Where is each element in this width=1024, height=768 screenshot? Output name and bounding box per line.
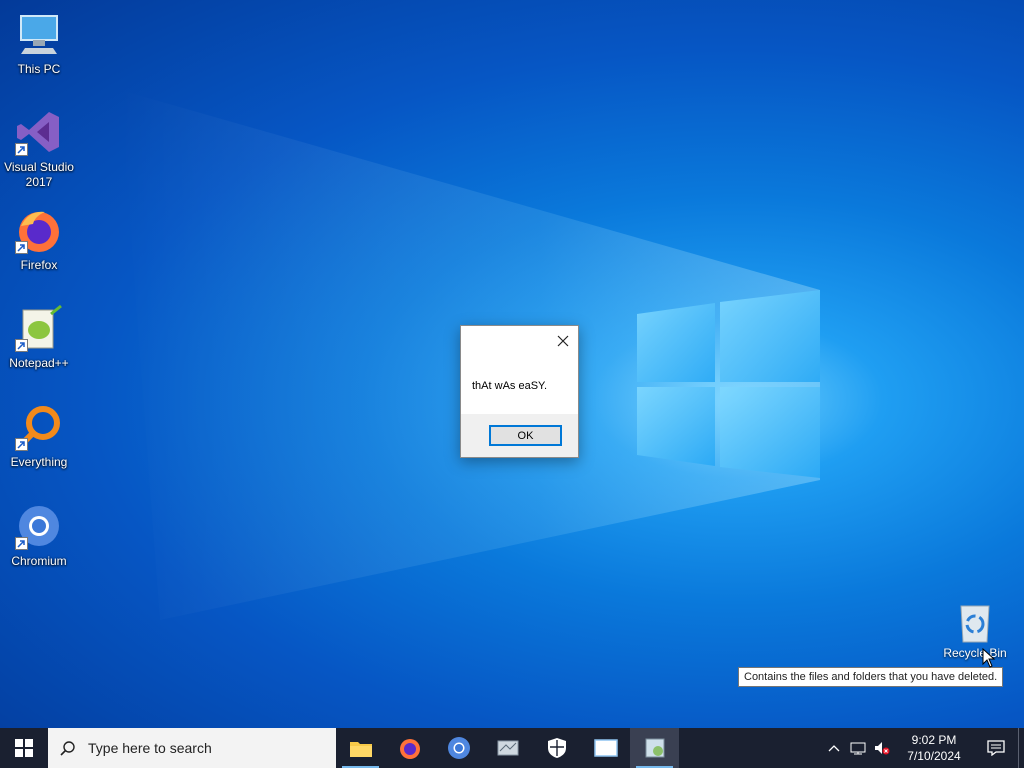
desktop-icon-chromium[interactable]: Chromium	[2, 498, 76, 588]
clock-date: 7/10/2024	[907, 749, 961, 763]
app-icon	[497, 740, 518, 756]
taskbar-app-4[interactable]	[483, 728, 532, 768]
app-icon	[645, 738, 664, 758]
desktop-icon-firefox[interactable]: Firefox	[2, 202, 76, 292]
monitor-icon	[20, 15, 58, 54]
taskbar-clock[interactable]: 9:02 PM 7/10/2024	[894, 732, 974, 764]
recycle-bin-icon	[960, 605, 990, 643]
desktop-icon-label: Recycle Bin	[943, 646, 1007, 660]
shortcut-arrow-icon	[15, 241, 28, 254]
taskbar: Type here to search 9:02 PM 7/10/2024	[0, 728, 1024, 768]
shortcut-arrow-icon	[15, 438, 28, 451]
taskbar-app-chromium[interactable]	[434, 728, 483, 768]
shortcut-arrow-icon	[15, 537, 28, 550]
taskbar-search-box[interactable]: Type here to search	[48, 728, 336, 768]
desktop-icon-everything[interactable]: Everything	[2, 399, 76, 489]
action-center-button[interactable]	[974, 728, 1018, 768]
desktop-icon-label: Everything	[10, 455, 68, 469]
chevron-up-icon	[828, 745, 840, 752]
system-tray: 9:02 PM 7/10/2024	[822, 728, 1024, 768]
show-desktop-button[interactable]	[1018, 728, 1024, 768]
desktop-icon-label: This PC	[17, 62, 61, 76]
firefox-icon	[399, 739, 420, 759]
taskbar-app-file-explorer[interactable]	[336, 728, 385, 768]
close-button[interactable]	[554, 332, 572, 350]
volume-muted-icon	[875, 742, 890, 755]
dialog-message: thAt wAs eaSY.	[472, 380, 548, 392]
volume-button[interactable]	[870, 728, 894, 768]
mouse-cursor-icon	[982, 648, 996, 668]
search-icon	[60, 741, 75, 756]
taskbar-app-windows-security[interactable]	[532, 728, 581, 768]
taskbar-app-7[interactable]	[630, 728, 679, 768]
dialog-footer: OK	[461, 414, 578, 457]
close-icon	[557, 335, 569, 347]
windows-logo-icon	[15, 739, 33, 757]
desktop-icon-visual-studio[interactable]: Visual Studio 2017	[2, 104, 76, 194]
desktop-icon-label: Visual Studio 2017	[4, 160, 74, 189]
folder-icon	[349, 742, 372, 757]
desktop-icon-recycle-bin[interactable]: Recycle Bin	[940, 600, 1010, 670]
search-placeholder: Type here to search	[88, 740, 212, 756]
desktop-icon-label: Chromium	[11, 554, 67, 568]
window-icon	[593, 739, 618, 757]
clock-time: 9:02 PM	[911, 733, 957, 747]
network-button[interactable]	[846, 728, 870, 768]
network-icon	[850, 742, 866, 755]
desktop-icon-this-pc[interactable]: This PC	[2, 6, 76, 96]
chromium-icon	[447, 737, 470, 759]
shortcut-arrow-icon	[15, 143, 28, 156]
start-button[interactable]	[0, 728, 48, 768]
tooltip: Contains the files and folders that you …	[738, 667, 1004, 687]
taskbar-app-6[interactable]	[581, 728, 630, 768]
desktop-icon-notepadpp[interactable]: Notepad++	[2, 300, 76, 390]
shortcut-arrow-icon	[15, 339, 28, 352]
notification-icon	[987, 740, 1005, 756]
desktop-icon-label: Firefox	[20, 258, 58, 272]
show-hidden-icons-button[interactable]	[822, 728, 846, 768]
desktop-icon-label: Notepad++	[9, 356, 69, 370]
taskbar-app-firefox[interactable]	[385, 728, 434, 768]
ok-button[interactable]: OK	[489, 425, 562, 446]
shield-icon	[547, 738, 566, 758]
message-box-dialog: thAt wAs eaSY. OK	[460, 325, 579, 458]
